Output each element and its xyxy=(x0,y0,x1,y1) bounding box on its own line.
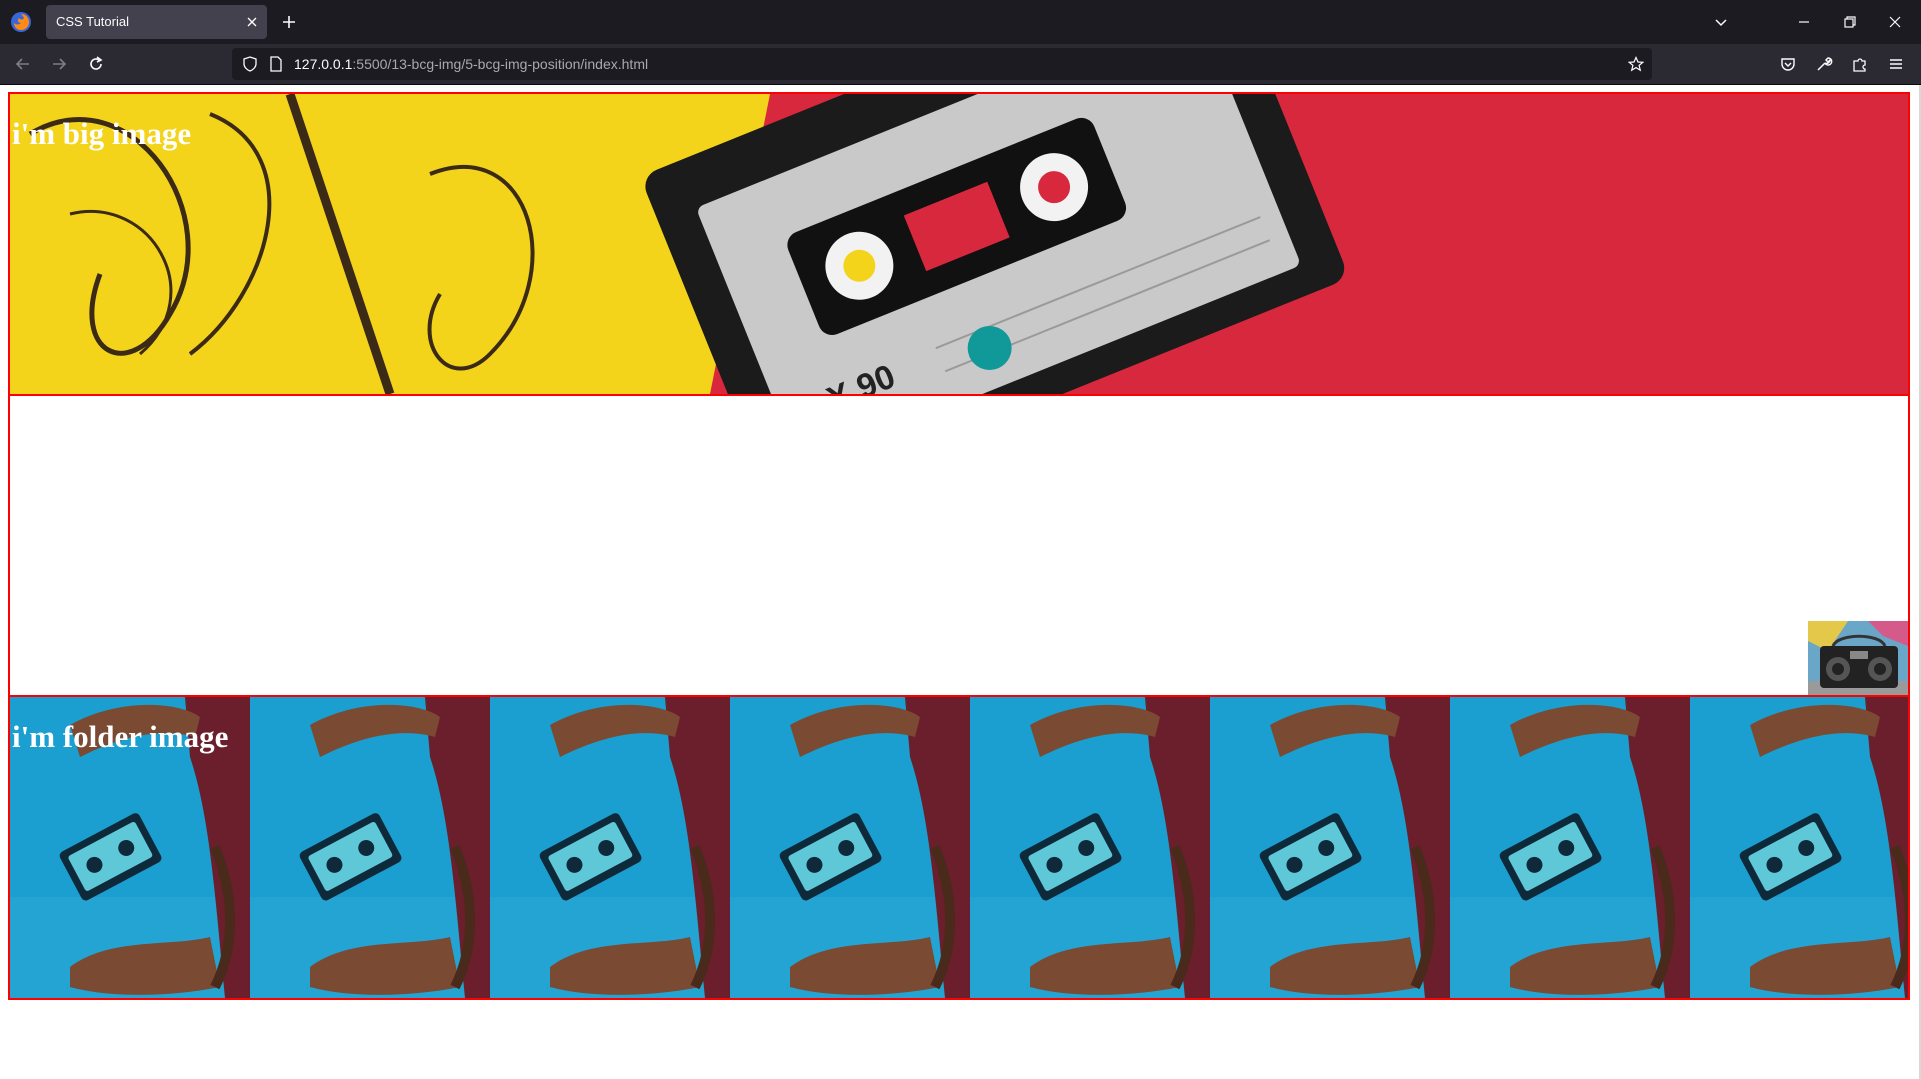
extensions-icon[interactable] xyxy=(1851,55,1869,73)
chevron-down-icon[interactable] xyxy=(1713,14,1729,30)
wrench-icon[interactable] xyxy=(1815,55,1833,73)
pocket-icon[interactable] xyxy=(1779,55,1797,73)
back-arrow-icon[interactable] xyxy=(14,55,32,73)
page-viewport: LX 90 i'm big image i'm folder image xyxy=(0,85,1921,1079)
reload-icon[interactable] xyxy=(87,55,105,73)
boombox-image xyxy=(1808,621,1908,697)
folder-image-box: i'm folder image xyxy=(8,695,1910,1000)
cassette-background-image: LX 90 xyxy=(10,94,1908,394)
minimize-icon[interactable] xyxy=(1796,14,1812,30)
navigation-toolbar: 127.0.0.1:5500/13-bcg-img/5-bcg-img-posi… xyxy=(0,44,1921,85)
tab-bar: CSS Tutorial xyxy=(0,0,1921,44)
folder-image-tiles xyxy=(10,697,1908,998)
folder-image-tile xyxy=(1690,697,1908,998)
forward-arrow-icon[interactable] xyxy=(50,55,68,73)
big-image-box: LX 90 i'm big image xyxy=(8,92,1910,396)
tab-title: CSS Tutorial xyxy=(56,14,129,29)
url-host: 127.0.0.1 xyxy=(294,56,353,72)
page-icon[interactable] xyxy=(268,56,284,72)
plus-icon[interactable] xyxy=(280,13,298,31)
folder-image-tile xyxy=(1210,697,1450,998)
close-icon[interactable] xyxy=(245,15,259,29)
middle-box xyxy=(8,394,1910,699)
big-image-heading: i'm big image xyxy=(12,116,192,151)
close-window-icon[interactable] xyxy=(1887,14,1903,30)
restore-icon[interactable] xyxy=(1842,14,1858,30)
url-path: :5500/13-bcg-img/5-bcg-img-position/inde… xyxy=(352,56,649,72)
folder-image-tile xyxy=(970,697,1210,998)
url-text[interactable]: 127.0.0.1:5500/13-bcg-img/5-bcg-img-posi… xyxy=(294,56,648,72)
folder-image-heading: i'm folder image xyxy=(12,719,229,754)
folder-image-tile xyxy=(1450,697,1690,998)
folder-image-tile xyxy=(490,697,730,998)
url-bar[interactable]: 127.0.0.1:5500/13-bcg-img/5-bcg-img-posi… xyxy=(232,48,1652,80)
tab-css-tutorial[interactable]: CSS Tutorial xyxy=(46,5,267,39)
folder-image-tile xyxy=(730,697,970,998)
firefox-logo-icon xyxy=(11,12,31,32)
menu-icon[interactable] xyxy=(1887,55,1905,73)
shield-icon[interactable] xyxy=(242,56,258,72)
folder-image-tile xyxy=(250,697,490,998)
star-icon[interactable] xyxy=(1628,56,1644,72)
